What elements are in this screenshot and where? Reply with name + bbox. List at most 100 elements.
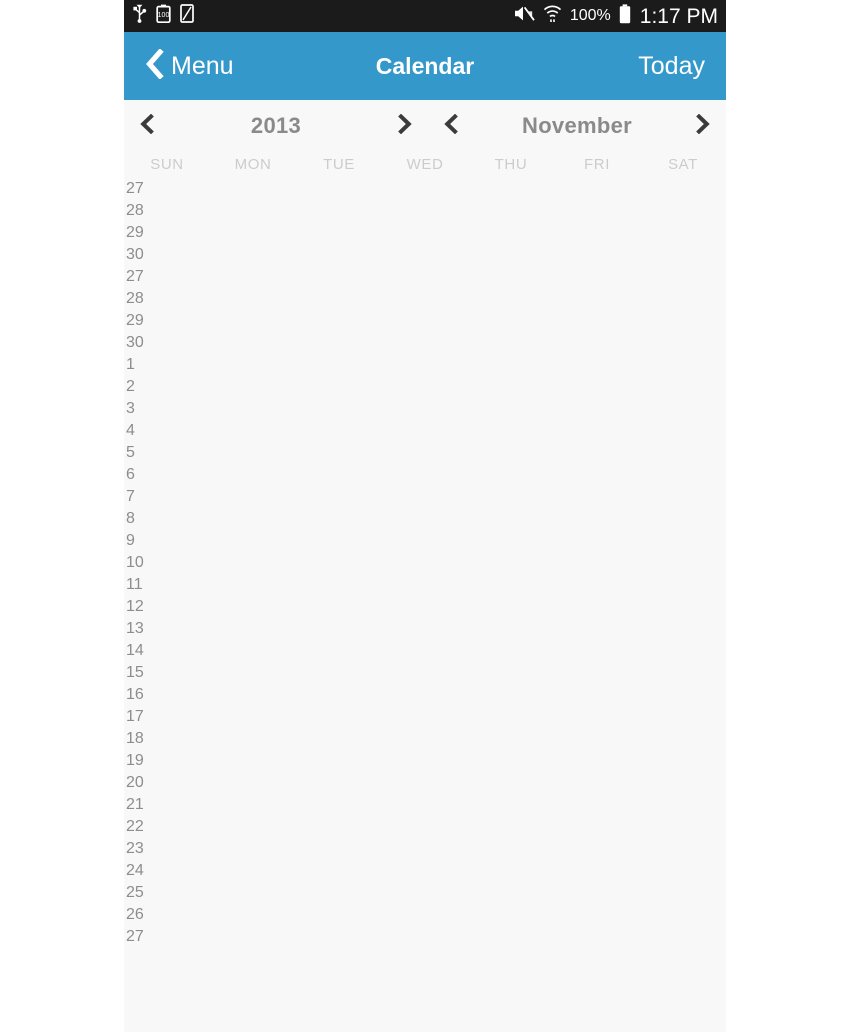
day-cell[interactable]: 5 <box>124 445 164 461</box>
weekday-header: SUN MON TUE WED THU FRI SAT <box>124 152 726 176</box>
next-month-button[interactable] <box>680 100 726 152</box>
day-cell[interactable]: 26 <box>124 907 164 923</box>
day-row: 2 <box>124 376 726 398</box>
period-navigation: 2013 November <box>124 100 726 152</box>
day-row: 20 <box>124 772 726 794</box>
day-row: 16 <box>124 684 726 706</box>
day-row: 12 <box>124 596 726 618</box>
day-row: 9 <box>124 530 726 552</box>
day-row: 17 <box>124 706 726 728</box>
day-row: 1 <box>124 354 726 376</box>
day-cell[interactable]: 23 <box>124 841 164 857</box>
status-bar: 100 100% 1:17 PM <box>124 0 726 32</box>
day-cell[interactable]: 17 <box>124 709 164 725</box>
day-row: 27 <box>124 178 726 200</box>
day-row: 28 <box>124 200 726 222</box>
today-button[interactable]: Today <box>638 53 726 79</box>
day-cell[interactable]: 20 <box>124 775 164 791</box>
day-cell[interactable]: 27 <box>124 269 164 285</box>
day-row: 15 <box>124 662 726 684</box>
next-year-button[interactable] <box>382 100 428 152</box>
usb-icon <box>132 4 147 28</box>
prev-year-button[interactable] <box>124 100 170 152</box>
battery-full-icon: 100 <box>156 4 171 28</box>
day-cell[interactable]: 18 <box>124 731 164 747</box>
battery-icon <box>619 3 631 29</box>
day-grid: 27 28 29 30 27 28 29 30 1 2 3 4 5 6 7 8 9 10 11 12 13 14 15 16 1… <box>124 176 726 948</box>
day-row: 18 <box>124 728 726 750</box>
status-bar-left-icons: 100 <box>128 4 194 28</box>
day-cell[interactable]: 12 <box>124 599 164 615</box>
day-row: 14 <box>124 640 726 662</box>
day-cell[interactable]: 29 <box>124 313 164 329</box>
prev-month-button[interactable] <box>428 100 474 152</box>
day-row: 3 <box>124 398 726 420</box>
month-label: November <box>522 113 632 138</box>
day-cell[interactable]: 27 <box>124 929 164 945</box>
day-row: 29 <box>124 222 726 244</box>
sd-card-icon <box>180 4 194 28</box>
day-row: 19 <box>124 750 726 772</box>
battery-percent-label: 100% <box>569 7 611 24</box>
day-row: 24 <box>124 860 726 882</box>
day-cell[interactable]: 4 <box>124 423 164 439</box>
day-cell[interactable]: 22 <box>124 819 164 835</box>
day-cell[interactable]: 21 <box>124 797 164 813</box>
day-row: 28 <box>124 288 726 310</box>
day-cell[interactable]: 25 <box>124 885 164 901</box>
day-row: 7 <box>124 486 726 508</box>
day-cell[interactable]: 29 <box>124 225 164 241</box>
day-row: 5 <box>124 442 726 464</box>
day-cell[interactable]: 13 <box>124 621 164 637</box>
day-cell[interactable]: 1 <box>124 357 164 373</box>
day-cell[interactable]: 9 <box>124 533 164 549</box>
day-row: 22 <box>124 816 726 838</box>
day-row: 11 <box>124 574 726 596</box>
day-row: 30 <box>124 244 726 266</box>
year-selector: 2013 <box>124 100 428 152</box>
day-row: 25 <box>124 882 726 904</box>
day-cell[interactable]: 8 <box>124 511 164 527</box>
day-row: 29 <box>124 310 726 332</box>
wifi-icon <box>543 4 562 28</box>
chevron-right-icon <box>696 113 710 139</box>
day-row: 13 <box>124 618 726 640</box>
day-row: 6 <box>124 464 726 486</box>
day-cell[interactable]: 6 <box>124 467 164 483</box>
day-cell[interactable]: 30 <box>124 247 164 263</box>
day-cell[interactable]: 2 <box>124 379 164 395</box>
day-cell[interactable]: 30 <box>124 335 164 351</box>
day-row: 26 <box>124 904 726 926</box>
day-cell[interactable]: 14 <box>124 643 164 659</box>
clock-label: 1:17 PM <box>639 4 718 28</box>
app-header: Menu Calendar Today <box>124 32 726 100</box>
weekday-fri: FRI <box>584 155 610 173</box>
phone-screen: 100 100% 1:17 PM Menu Calendar Today 201… <box>124 0 726 1032</box>
day-cell[interactable]: 19 <box>124 753 164 769</box>
day-cell[interactable]: 7 <box>124 489 164 505</box>
svg-text:100: 100 <box>158 12 170 19</box>
chevron-left-icon <box>140 113 154 139</box>
weekday-sat: SAT <box>668 155 698 173</box>
weekday-mon: MON <box>234 155 272 173</box>
menu-back-label: Menu <box>171 51 234 80</box>
weekday-wed: WED <box>406 155 444 173</box>
year-label: 2013 <box>250 113 302 138</box>
menu-back-button[interactable]: Menu <box>124 47 234 84</box>
day-cell[interactable]: 11 <box>124 577 164 593</box>
day-cell[interactable]: 15 <box>124 665 164 681</box>
chevron-left-icon <box>144 47 164 84</box>
day-cell[interactable]: 24 <box>124 863 164 879</box>
day-cell[interactable]: 3 <box>124 401 164 417</box>
weekday-sun: SUN <box>150 155 184 173</box>
day-cell[interactable]: 10 <box>124 555 164 571</box>
day-row: 8 <box>124 508 726 530</box>
day-cell[interactable]: 27 <box>124 181 164 197</box>
day-row: 23 <box>124 838 726 860</box>
day-cell[interactable]: 28 <box>124 291 164 307</box>
weekday-tue: TUE <box>323 155 355 173</box>
status-bar-right-icons: 100% 1:17 PM <box>513 3 718 29</box>
chevron-left-icon <box>444 113 458 139</box>
day-cell[interactable]: 16 <box>124 687 164 703</box>
day-cell[interactable]: 28 <box>124 203 164 219</box>
